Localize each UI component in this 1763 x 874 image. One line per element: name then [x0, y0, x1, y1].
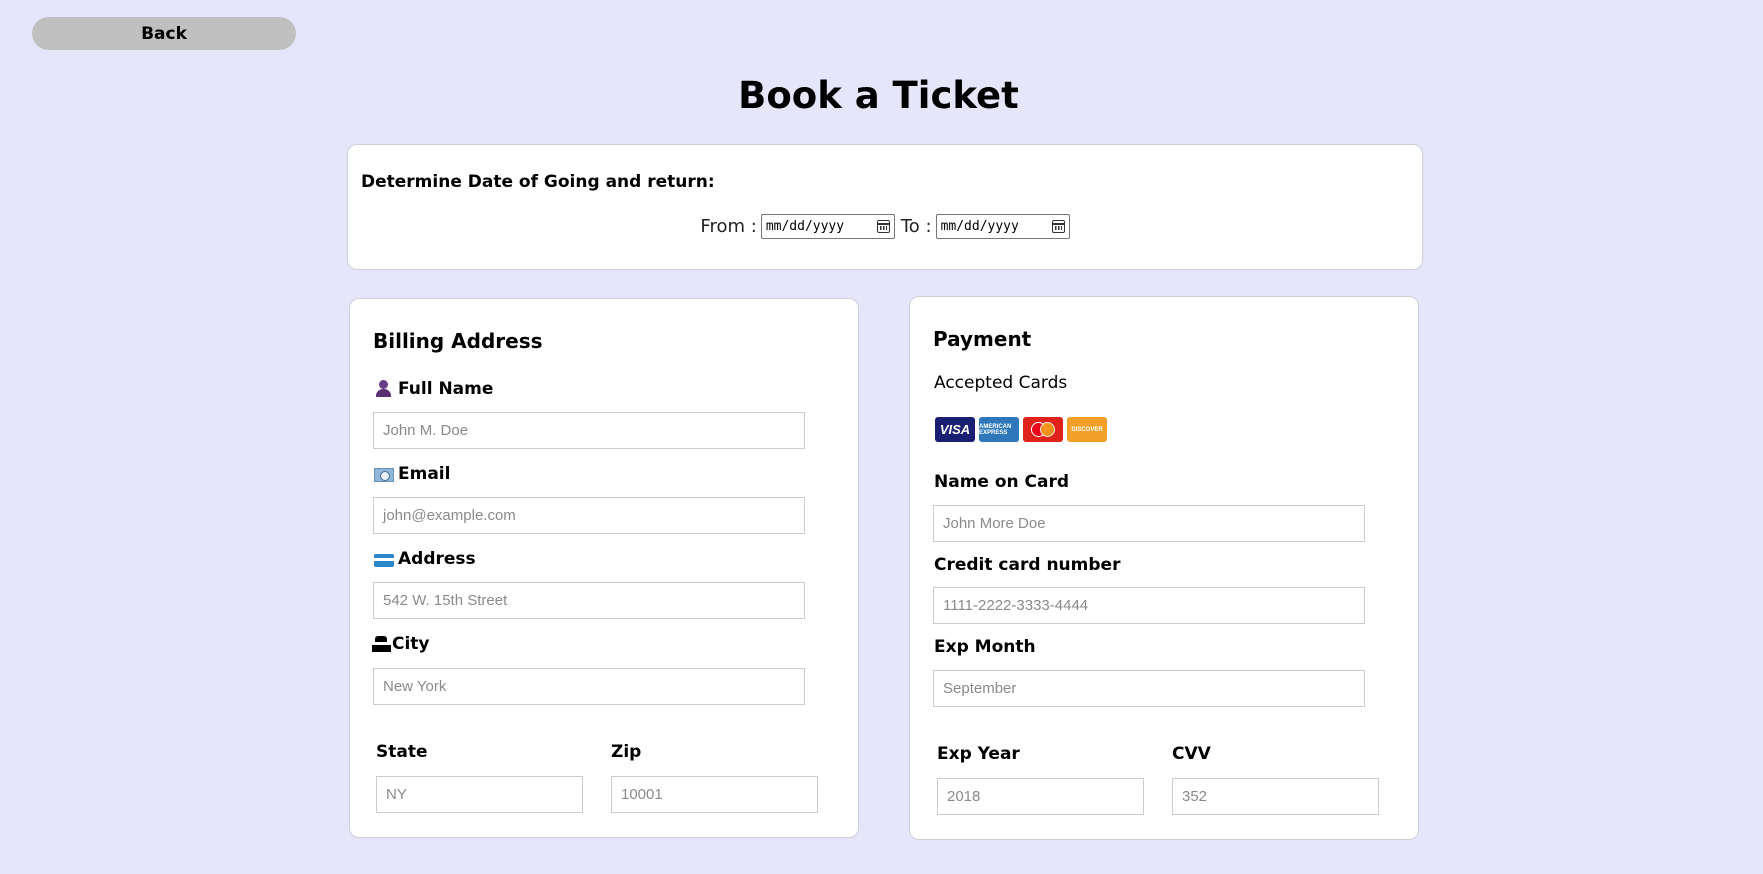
full-name-label-text: Full Name: [398, 379, 494, 399]
page-title: Book a Ticket: [738, 74, 1019, 117]
address-label-text: Address: [398, 549, 476, 569]
back-button[interactable]: Back: [32, 17, 296, 50]
state-label: State: [376, 742, 428, 762]
payment-card: Payment Accepted Cards VISA AMERICAN EXP…: [909, 296, 1419, 840]
exp-month-input[interactable]: September: [933, 670, 1365, 707]
accepted-cards-row: VISA AMERICAN EXPRESS DISCOVER: [935, 417, 1107, 442]
exp-month-label: Exp Month: [934, 637, 1036, 657]
from-label: From :: [700, 216, 757, 237]
email-label-text: Email: [398, 464, 451, 484]
city-label-text: City: [392, 634, 430, 654]
calendar-icon[interactable]: [1051, 220, 1065, 233]
person-icon: [374, 380, 394, 398]
calendar-icon[interactable]: [876, 220, 890, 233]
name-on-card-input[interactable]: John More Doe: [933, 505, 1365, 542]
payment-heading: Payment: [933, 327, 1032, 351]
name-on-card-label: Name on Card: [934, 472, 1070, 492]
date-row: From : mm/dd/yyyy To : mm/dd/yyyy: [348, 214, 1422, 239]
email-input[interactable]: john@example.com: [373, 497, 805, 534]
building-icon: [372, 636, 392, 652]
visa-card-icon: VISA: [935, 417, 975, 442]
cvv-input[interactable]: 352: [1172, 778, 1379, 815]
accepted-cards-label: Accepted Cards: [934, 373, 1068, 393]
mastercard-icon: [1023, 417, 1063, 442]
billing-address-card: Billing Address Full Name John M. Doe Em…: [349, 298, 859, 838]
exp-year-input[interactable]: 2018: [937, 778, 1144, 815]
to-label: To :: [900, 216, 932, 237]
state-input[interactable]: NY: [376, 776, 583, 813]
zip-input[interactable]: 10001: [611, 776, 818, 813]
city-label: City: [372, 634, 430, 654]
zip-label: Zip: [611, 742, 642, 762]
billing-heading: Billing Address: [373, 329, 543, 353]
email-label: Email: [374, 464, 450, 484]
city-input[interactable]: New York: [373, 668, 805, 705]
credit-card-number-input[interactable]: 1111-2222-3333-4444: [933, 587, 1365, 624]
from-date-input[interactable]: mm/dd/yyyy: [760, 214, 895, 239]
to-date-input[interactable]: mm/dd/yyyy: [935, 214, 1070, 239]
from-date-value: mm/dd/yyyy: [765, 219, 845, 234]
email-icon: [374, 468, 394, 482]
cvv-label: CVV: [1172, 744, 1211, 764]
exp-year-label: Exp Year: [937, 744, 1020, 764]
discover-card-icon: DISCOVER: [1067, 417, 1107, 442]
to-date-value: mm/dd/yyyy: [940, 219, 1019, 234]
full-name-label: Full Name: [374, 379, 493, 399]
address-label: Address: [374, 549, 476, 569]
full-name-input[interactable]: John M. Doe: [373, 412, 805, 449]
credit-card-icon: [374, 554, 394, 567]
date-selection-card: Determine Date of Going and return: From…: [347, 144, 1423, 270]
address-input[interactable]: 542 W. 15th Street: [373, 582, 805, 619]
date-heading: Determine Date of Going and return:: [361, 172, 715, 192]
amex-card-icon: AMERICAN EXPRESS: [979, 417, 1019, 442]
credit-card-number-label: Credit card number: [934, 555, 1121, 575]
